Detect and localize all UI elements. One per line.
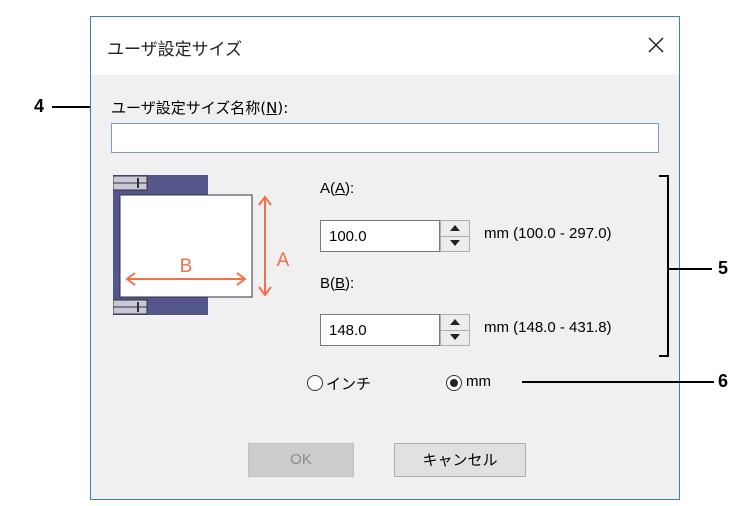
- field-a-input[interactable]: [320, 220, 440, 252]
- dialog-title: ユーザ設定サイズ: [107, 40, 243, 60]
- cancel-button[interactable]: キャンセル: [394, 443, 526, 477]
- ok-button[interactable]: OK: [248, 443, 354, 477]
- size-name-label: ユーザ設定サイズ名称(N):: [111, 97, 288, 118]
- unit-inch-radio[interactable]: [307, 375, 323, 391]
- field-a-label-prefix: A(: [320, 180, 335, 197]
- field-b-up-button[interactable]: [441, 315, 469, 331]
- close-icon[interactable]: [643, 29, 669, 59]
- size-name-mnemonic: N: [266, 99, 278, 117]
- unit-inch-label[interactable]: インチ: [326, 373, 371, 394]
- field-a-mnemonic: A: [335, 180, 346, 197]
- paper-size-diagram: B A: [113, 175, 290, 315]
- radio-selected-dot: [450, 379, 458, 387]
- callout-5-leader: [668, 268, 712, 270]
- unit-mm-label[interactable]: mm: [466, 373, 491, 390]
- field-b-mnemonic: B: [335, 275, 346, 292]
- field-a-spinner[interactable]: [440, 220, 470, 252]
- callout-5: 5: [718, 258, 729, 278]
- callout-4: 4: [34, 96, 45, 116]
- callout-6: 6: [718, 371, 729, 391]
- custom-size-dialog: ユーザ設定サイズ ユーザ設定サイズ名称(N): B A A(A): 100.0 …: [90, 16, 680, 500]
- field-a-label-suffix: ):: [345, 180, 355, 197]
- callout-6-leader: [522, 381, 714, 383]
- size-name-label-prefix: ユーザ設定サイズ名称(: [111, 99, 267, 117]
- field-a-range: mm (100.0 - 297.0): [484, 225, 612, 242]
- size-name-input[interactable]: [111, 123, 659, 153]
- field-b-label-suffix: ):: [345, 275, 355, 292]
- chevron-up-icon: [450, 319, 460, 325]
- chevron-down-icon: [450, 240, 460, 246]
- field-a-label: A(A):: [320, 180, 354, 197]
- diagram-label-a: A: [277, 250, 290, 271]
- field-b-down-button[interactable]: [441, 330, 469, 345]
- field-b-input[interactable]: [320, 314, 440, 346]
- chevron-up-icon: [450, 225, 460, 231]
- diagram-label-b: B: [180, 256, 193, 277]
- field-a-up-button[interactable]: [441, 221, 469, 237]
- field-b-label: B(B):: [320, 275, 354, 292]
- field-b-spinner[interactable]: [440, 314, 470, 346]
- unit-mm-radio[interactable]: [446, 375, 462, 391]
- field-a-down-button[interactable]: [441, 236, 469, 251]
- title-bar: ユーザ設定サイズ: [91, 17, 679, 75]
- chevron-down-icon: [450, 334, 460, 340]
- size-name-label-suffix: ):: [277, 99, 289, 117]
- field-b-label-prefix: B(: [320, 275, 335, 292]
- field-b-range: mm (148.0 - 431.8): [484, 319, 612, 336]
